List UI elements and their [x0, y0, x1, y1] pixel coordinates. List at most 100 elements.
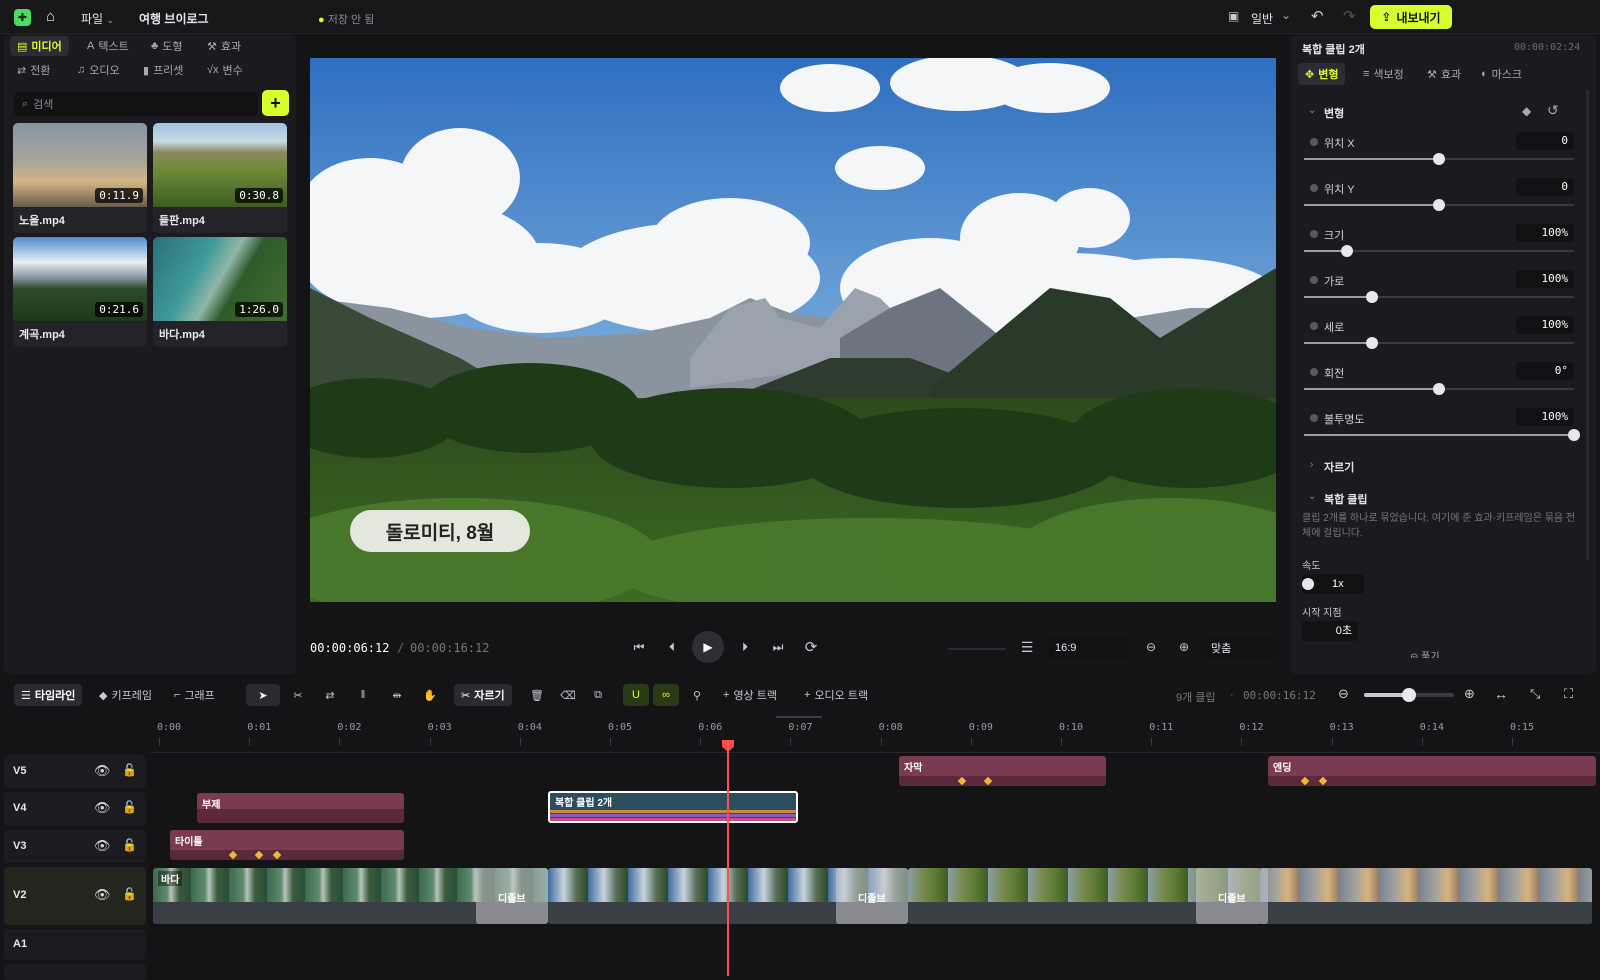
fit-width-icon[interactable]: ↔: [1494, 686, 1508, 702]
slider-knob[interactable]: [1341, 245, 1354, 257]
property-value-field[interactable]: 100%: [1516, 408, 1574, 426]
section-crop-title[interactable]: 자르기: [1324, 459, 1354, 475]
lock-icon[interactable]: 🔓: [122, 763, 137, 777]
undo-icon[interactable]: ↶: [1311, 7, 1324, 25]
keyframe-toggle-icon[interactable]: [1310, 368, 1318, 376]
eye-icon[interactable]: 👁: [94, 887, 111, 903]
add-video-track-button[interactable]: + 영상 트랙: [716, 684, 784, 706]
lock-icon[interactable]: 🔓: [122, 887, 137, 901]
slider-knob[interactable]: [1433, 383, 1445, 395]
eye-icon[interactable]: 👁: [94, 763, 111, 779]
play-button[interactable]: ▶: [692, 631, 724, 663]
mode-select[interactable]: 일반: [1251, 10, 1273, 27]
track-header-a1[interactable]: A1: [4, 929, 146, 960]
lock-icon[interactable]: 🔓: [122, 800, 137, 814]
slider-knob[interactable]: [1433, 153, 1445, 165]
tab-audio[interactable]: ♫ 오디오: [70, 60, 127, 80]
tab-graph[interactable]: ⌐ 그래프: [167, 684, 222, 706]
transition-dissolve[interactable]: 디졸브: [836, 868, 908, 924]
razor-tool-icon[interactable]: ✂: [284, 684, 312, 706]
panel-resize-handle[interactable]: [776, 716, 822, 718]
collapse-icon[interactable]: ⤡: [1530, 686, 1540, 702]
track-header-v2[interactable]: V2 👁 🔓: [4, 867, 146, 925]
property-value-field[interactable]: 100%: [1516, 316, 1574, 334]
next-frame-icon[interactable]: ⏵: [732, 634, 758, 660]
zoom-out-icon[interactable]: ⊖: [1138, 634, 1164, 660]
tab-transitions[interactable]: ⇄ 전환: [10, 60, 57, 80]
split-button[interactable]: ✂ 자르기: [454, 684, 512, 706]
tab-color[interactable]: ≡ 색보정: [1356, 63, 1411, 85]
pause-icon[interactable]: ‖: [350, 684, 376, 706]
file-menu[interactable]: 파일 ⌄: [81, 10, 114, 27]
video-clip[interactable]: 노을: [1260, 868, 1592, 924]
property-value-field[interactable]: 0: [1516, 132, 1574, 150]
project-title[interactable]: 여행 브이로그: [139, 10, 209, 27]
eye-icon[interactable]: 👁: [94, 838, 111, 854]
tab-media[interactable]: ▤ 미디어: [10, 36, 69, 56]
keyframe-toggle-icon[interactable]: [1310, 230, 1318, 238]
property-slider[interactable]: [1304, 337, 1574, 349]
track-header-v4[interactable]: V4 👁 🔓: [4, 792, 146, 825]
magnet-snap-icon[interactable]: U: [623, 684, 649, 706]
zoom-in-icon[interactable]: ⊕: [1464, 686, 1475, 702]
track-header-v3[interactable]: V3 👁 🔓: [4, 830, 146, 863]
title-clip[interactable]: 자막: [899, 756, 1106, 786]
transition-dissolve[interactable]: 디졸브: [476, 868, 548, 924]
ripple-delete-icon[interactable]: ⌫: [555, 684, 581, 706]
tab-variables[interactable]: √x 변수: [200, 60, 250, 80]
marker-pin-icon[interactable]: ⚲: [684, 684, 710, 706]
property-value-field[interactable]: 100%: [1516, 270, 1574, 288]
export-button[interactable]: ⇪ 내보내기: [1370, 5, 1452, 29]
link-icon[interactable]: ∞: [653, 684, 679, 706]
compound-clip-selected[interactable]: 복합 클립 2개: [548, 791, 798, 823]
title-clip[interactable]: 엔딩: [1268, 756, 1596, 786]
add-audio-track-button[interactable]: + 오디오 트랙: [797, 684, 875, 706]
duplicate-icon[interactable]: ⧉: [585, 684, 611, 706]
media-item[interactable]: 0:11.9 노을.mp4: [13, 123, 147, 233]
lock-icon[interactable]: 🔓: [122, 838, 137, 852]
tab-mask[interactable]: ◐ 마스크: [1474, 63, 1529, 85]
chevron-right-icon[interactable]: ›: [1310, 459, 1313, 470]
ripple-tool-icon[interactable]: ⇄: [316, 684, 344, 706]
preview-caption-overlay[interactable]: 돌로미티, 8월: [350, 510, 530, 552]
search-input[interactable]: ⌕ 검색: [14, 92, 258, 116]
ungroup-button[interactable]: ⊝ 풀기: [1410, 648, 1490, 658]
zoom-slider-knob[interactable]: [1402, 688, 1416, 702]
select-tool-icon[interactable]: ➤: [246, 684, 280, 706]
tab-keyframes[interactable]: ◆ 키프레임: [92, 684, 159, 706]
skip-to-start-icon[interactable]: ⏮: [626, 634, 652, 660]
skip-to-end-icon[interactable]: ⏭: [765, 634, 791, 660]
property-slider[interactable]: [1304, 383, 1574, 395]
previous-frame-icon[interactable]: ⏴: [659, 634, 685, 660]
media-item[interactable]: 0:30.8 들판.mp4: [153, 123, 287, 233]
property-slider[interactable]: [1304, 429, 1580, 441]
tab-effects[interactable]: ⚒ 효과: [200, 36, 248, 56]
speed-field[interactable]: 1x: [1302, 574, 1364, 594]
property-slider[interactable]: [1304, 291, 1574, 303]
slider-knob[interactable]: [1365, 291, 1378, 303]
keyframe-toggle-icon[interactable]: [1310, 414, 1318, 422]
transition-dissolve[interactable]: 디졸브: [1196, 868, 1268, 924]
hand-tool-icon[interactable]: ✋: [416, 684, 444, 706]
zoom-out-icon[interactable]: ⊖: [1338, 686, 1349, 702]
track-header-v5[interactable]: V5 👁 🔓: [4, 755, 146, 788]
video-preview[interactable]: 돌로미티, 8월: [310, 58, 1276, 602]
home-icon[interactable]: ⌂: [46, 8, 55, 25]
eye-icon[interactable]: 👁: [94, 800, 111, 816]
slider-knob[interactable]: [1433, 199, 1445, 211]
speed-knob[interactable]: [1302, 578, 1314, 590]
property-value-field[interactable]: 0°: [1516, 362, 1574, 380]
redo-icon[interactable]: ↷: [1343, 7, 1356, 25]
property-value-field[interactable]: 0: [1516, 178, 1574, 196]
keyframe-diamond-icon[interactable]: ◆: [1522, 104, 1531, 118]
chevron-down-icon[interactable]: ⌄: [1308, 105, 1316, 116]
inspector-scrollbar[interactable]: [1586, 90, 1589, 560]
start-point-field[interactable]: 0초: [1302, 621, 1358, 641]
delete-icon[interactable]: 🗑: [524, 684, 550, 706]
fullscreen-icon[interactable]: ⛶: [1564, 686, 1573, 702]
keyframe-toggle-icon[interactable]: [1310, 276, 1318, 284]
chevron-down-icon[interactable]: ⌄: [1308, 491, 1316, 502]
media-item[interactable]: 0:21.6 계곡.mp4: [13, 237, 147, 347]
keyframe-toggle-icon[interactable]: [1310, 138, 1318, 146]
keyframe-toggle-icon[interactable]: [1310, 322, 1318, 330]
